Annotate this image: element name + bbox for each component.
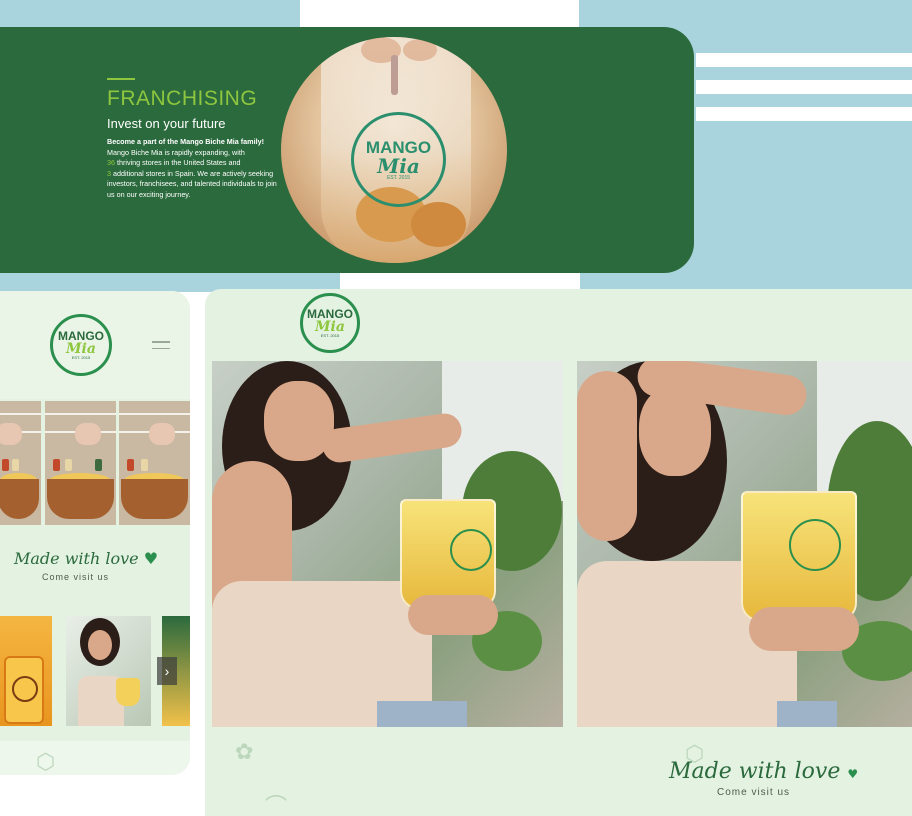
jeans xyxy=(777,701,837,727)
background-block xyxy=(0,0,300,28)
made-with-love-heading: Made with love ♥ xyxy=(14,549,158,568)
logo-text: Mia xyxy=(315,319,345,335)
hero-body: Become a part of the Mango Biche Mia fam… xyxy=(107,137,277,201)
raised-arm xyxy=(577,371,637,541)
gallery-thumbnail[interactable] xyxy=(0,401,41,525)
made-with-love-text: Made with love xyxy=(669,759,841,784)
background-stripe xyxy=(696,53,912,67)
heart-icon: ♥ xyxy=(143,549,159,568)
logo-text: MANGO xyxy=(365,137,432,157)
jeans xyxy=(377,701,467,727)
cup-logo-icon xyxy=(12,676,38,702)
made-with-love-text: Made with love xyxy=(14,549,139,568)
hand xyxy=(149,423,175,445)
mobile-mockup: MANGO Mia EST. 2015 Made with love ♥ Com… xyxy=(0,291,190,775)
gallery-thumbnail[interactable] xyxy=(119,401,190,525)
hero-subtitle: Invest on your future xyxy=(107,116,226,131)
gallery-photo[interactable] xyxy=(212,361,563,727)
mobile-footer xyxy=(0,741,190,775)
product-card[interactable] xyxy=(66,616,151,726)
hero-body-text: thriving stores in the United States and xyxy=(115,158,241,168)
hand xyxy=(0,423,22,445)
cup-logo-icon xyxy=(450,529,492,571)
mobile-logo[interactable]: MANGO Mia EST. 2015 xyxy=(50,314,112,376)
logo-est: EST. 2015 xyxy=(386,174,411,181)
hamburger-menu-icon[interactable] xyxy=(152,341,170,354)
hero-body-text: additional stores in Spain. We are activ… xyxy=(107,168,277,199)
hero-title: FRANCHISING xyxy=(107,87,258,110)
heart-icon: ♥ xyxy=(847,767,859,781)
franchising-hero: FRANCHISING Invest on your future Become… xyxy=(0,27,694,273)
decorative-doodle-icon: ⬡ xyxy=(36,749,56,774)
fruit-piece xyxy=(411,202,466,247)
background-stripe xyxy=(696,107,912,121)
cup-logo: MANGO Mia EST. 2015 xyxy=(351,112,446,207)
logo-text: Mia xyxy=(66,341,96,357)
logo-est: EST. 2015 xyxy=(320,333,340,338)
face xyxy=(88,630,112,660)
drink-cup xyxy=(116,678,140,706)
hero-lead: Become a part of the Mango Biche Mia fam… xyxy=(107,137,264,146)
made-with-love-heading: Made with love ♥ xyxy=(669,759,858,784)
product-card[interactable] xyxy=(0,616,52,726)
hand xyxy=(408,595,498,635)
title-rule xyxy=(107,78,135,80)
gallery-photo[interactable] xyxy=(577,361,912,727)
background-stripe xyxy=(696,80,912,94)
hero-body-text: Mango Biche Mia is rapidly expanding, wi… xyxy=(107,147,245,157)
decorative-doodle-icon: ⌒ xyxy=(265,794,288,816)
decorative-doodle-icon: ✿ xyxy=(235,739,254,764)
gallery-thumbnail[interactable] xyxy=(45,401,116,525)
hero-cup-photo: MANGO Mia EST. 2015 xyxy=(281,37,507,263)
hand xyxy=(749,607,859,651)
logo-text: Mia xyxy=(377,153,420,178)
come-visit-text: Come visit us xyxy=(717,787,791,798)
chevron-right-icon[interactable]: › xyxy=(157,657,177,685)
background-strip xyxy=(340,272,580,290)
hand xyxy=(75,423,101,445)
cup-logo-icon xyxy=(789,519,841,571)
come-visit-text: Come visit us xyxy=(42,572,110,582)
us-store-count: 36 xyxy=(107,158,115,168)
desktop-mockup: MANGO Mia EST. 2015 ✿ ⬡ ⌒ Made with love… xyxy=(205,289,912,816)
desktop-logo[interactable]: MANGO Mia EST. 2015 xyxy=(300,293,360,353)
logo-est: EST. 2015 xyxy=(71,355,91,360)
